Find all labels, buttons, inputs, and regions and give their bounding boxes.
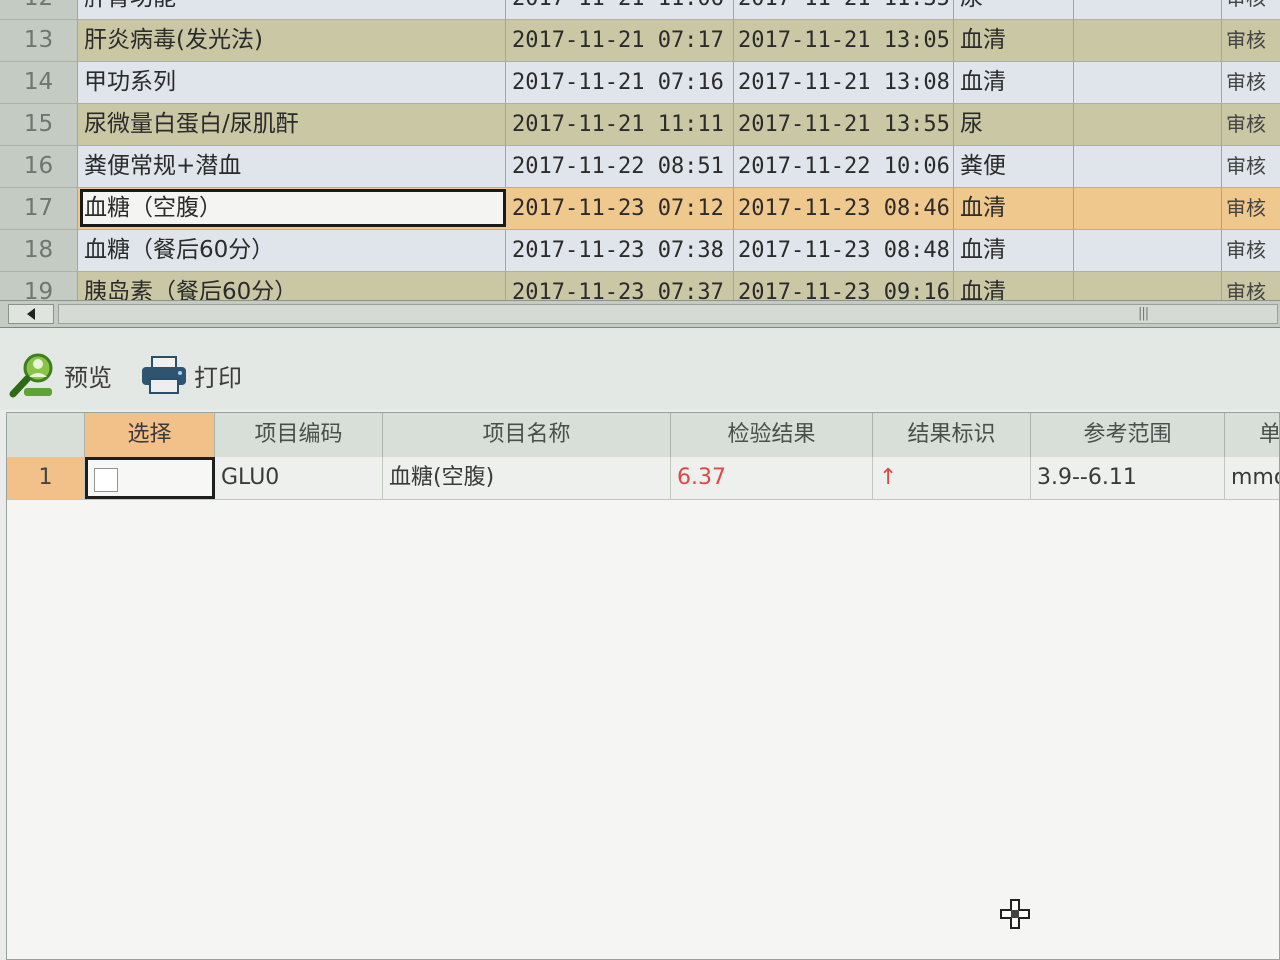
report-time[interactable]: 2017-11-23 09:16 xyxy=(734,272,954,300)
row-number: 19 xyxy=(0,272,78,300)
print-label: 打印 xyxy=(194,363,242,392)
table-row[interactable]: 1 GLU0 血糖(空腹) 6.37 ↑ 3.9--6.11 mmo xyxy=(7,457,1279,500)
report-time[interactable]: 2017-11-21 13:55 xyxy=(734,104,954,145)
specimen[interactable]: 血清 xyxy=(956,20,1074,61)
extra-cell[interactable] xyxy=(1074,188,1222,229)
status[interactable]: 审核 xyxy=(1222,146,1280,187)
select-cell[interactable] xyxy=(85,457,215,499)
result-flag-up-arrow-icon[interactable]: ↑ xyxy=(873,457,1031,499)
status[interactable]: 审核 xyxy=(1222,62,1280,103)
sample-time[interactable]: 2017-11-21 07:17 xyxy=(508,20,734,61)
status[interactable]: 审核 xyxy=(1222,230,1280,271)
sample-time[interactable]: 2017-11-21 07:16 xyxy=(508,62,734,103)
extra-cell[interactable] xyxy=(1074,62,1222,103)
test-name[interactable]: 粪便常规+潜血 xyxy=(80,146,506,187)
unit[interactable]: mmo xyxy=(1225,457,1279,499)
extra-cell[interactable] xyxy=(1074,146,1222,187)
extra-cell[interactable] xyxy=(1074,104,1222,145)
row-number: 17 xyxy=(0,188,78,229)
row-number: 1 xyxy=(7,457,85,499)
preview-label: 预览 xyxy=(64,363,112,392)
header-flag[interactable]: 结果标识 xyxy=(873,413,1031,457)
row-number: 15 xyxy=(0,104,78,145)
report-time[interactable]: 2017-11-21 11:35 xyxy=(734,0,954,19)
header-select[interactable]: 选择 xyxy=(85,413,215,457)
table-row[interactable]: 14 甲功系列 2017-11-21 07:16 2017-11-21 13:0… xyxy=(0,62,1280,104)
test-name[interactable]: 肝炎病毒(发光法) xyxy=(80,20,506,61)
row-number: 18 xyxy=(0,230,78,271)
test-name[interactable]: 甲功系列 xyxy=(80,62,506,103)
specimen[interactable]: 血清 xyxy=(956,62,1074,103)
test-name[interactable]: 尿微量白蛋白/尿肌酐 xyxy=(80,104,506,145)
header-unit[interactable]: 单 xyxy=(1225,413,1279,457)
sample-time[interactable]: 2017-11-23 07:37 xyxy=(508,272,734,300)
table-row-selected[interactable]: 17 血糖（空腹） 2017-11-23 07:12 2017-11-23 08… xyxy=(0,188,1280,230)
test-list-grid[interactable]: 12 肝肾功能 2017-11-21 11:06 2017-11-21 11:3… xyxy=(0,0,1280,300)
result-value[interactable]: 6.37 xyxy=(671,457,873,499)
test-name[interactable]: 血糖（餐后60分） xyxy=(80,230,506,271)
status[interactable]: 审核 xyxy=(1222,20,1280,61)
row-number: 16 xyxy=(0,146,78,187)
move-cursor-icon xyxy=(1000,899,1030,929)
sample-time[interactable]: 2017-11-21 11:06 xyxy=(508,0,734,19)
test-name[interactable]: 肝肾功能 xyxy=(80,0,506,19)
reference-range[interactable]: 3.9--6.11 xyxy=(1031,457,1225,499)
scroll-left-button[interactable] xyxy=(8,304,54,324)
specimen[interactable]: 血清 xyxy=(956,230,1074,271)
status[interactable]: 审核 xyxy=(1222,272,1280,300)
print-button[interactable]: 打印 xyxy=(140,352,242,398)
sample-time[interactable]: 2017-11-21 11:11 xyxy=(508,104,734,145)
extra-cell[interactable] xyxy=(1074,20,1222,61)
header-name[interactable]: 项目名称 xyxy=(383,413,671,457)
row-number: 14 xyxy=(0,62,78,103)
test-name[interactable]: 血糖（空腹） xyxy=(80,188,506,229)
toolbar: 预览 打印 xyxy=(0,328,1280,410)
header-corner xyxy=(7,413,85,457)
item-code[interactable]: GLU0 xyxy=(215,457,383,499)
table-row[interactable]: 12 肝肾功能 2017-11-21 11:06 2017-11-21 11:3… xyxy=(0,0,1280,20)
report-time[interactable]: 2017-11-22 10:06 xyxy=(734,146,954,187)
extra-cell[interactable] xyxy=(1074,0,1222,19)
table-row[interactable]: 15 尿微量白蛋白/尿肌酐 2017-11-21 11:11 2017-11-2… xyxy=(0,104,1280,146)
report-time[interactable]: 2017-11-23 08:46 xyxy=(734,188,954,229)
extra-cell[interactable] xyxy=(1074,230,1222,271)
report-time[interactable]: 2017-11-23 08:48 xyxy=(734,230,954,271)
test-name[interactable]: 胰岛素（餐后60分） xyxy=(80,272,506,300)
sample-time[interactable]: 2017-11-22 08:51 xyxy=(508,146,734,187)
status[interactable]: 审核 xyxy=(1222,188,1280,229)
status[interactable]: 审核 xyxy=(1222,104,1280,145)
table-row[interactable]: 18 血糖（餐后60分） 2017-11-23 07:38 2017-11-23… xyxy=(0,230,1280,272)
specimen[interactable]: 尿 xyxy=(956,104,1074,145)
scrollbar-thumb[interactable] xyxy=(58,304,1278,324)
preview-button[interactable]: 预览 xyxy=(8,352,112,398)
magnifier-user-icon xyxy=(9,353,53,398)
specimen[interactable]: 血清 xyxy=(956,188,1074,229)
report-time[interactable]: 2017-11-21 13:08 xyxy=(734,62,954,103)
row-number: 13 xyxy=(0,20,78,61)
row-number: 12 xyxy=(0,0,78,19)
table-row[interactable]: 13 肝炎病毒(发光法) 2017-11-21 07:17 2017-11-21… xyxy=(0,20,1280,62)
specimen[interactable]: 粪便 xyxy=(956,146,1074,187)
header-range[interactable]: 参考范围 xyxy=(1031,413,1225,457)
select-checkbox[interactable] xyxy=(94,468,118,492)
specimen[interactable]: 尿 xyxy=(956,0,1074,19)
printer-icon xyxy=(142,356,186,394)
horizontal-scrollbar[interactable]: ||| xyxy=(0,300,1280,329)
report-time[interactable]: 2017-11-21 13:05 xyxy=(734,20,954,61)
header-code[interactable]: 项目编码 xyxy=(215,413,383,457)
status[interactable]: 审核 xyxy=(1222,0,1280,19)
grip-icon: ||| xyxy=(1138,306,1149,321)
result-detail-grid[interactable]: 选择 项目编码 项目名称 检验结果 结果标识 参考范围 单 1 GLU0 血糖(… xyxy=(6,412,1280,960)
table-row[interactable]: 19 胰岛素（餐后60分） 2017-11-23 07:37 2017-11-2… xyxy=(0,272,1280,300)
specimen[interactable]: 血清 xyxy=(956,272,1074,300)
header-result[interactable]: 检验结果 xyxy=(671,413,873,457)
sample-time[interactable]: 2017-11-23 07:12 xyxy=(508,188,734,229)
extra-cell[interactable] xyxy=(1074,272,1222,300)
item-name[interactable]: 血糖(空腹) xyxy=(383,457,671,499)
arrow-left-icon xyxy=(27,308,35,320)
table-header: 选择 项目编码 项目名称 检验结果 结果标识 参考范围 单 xyxy=(7,413,1279,458)
table-row[interactable]: 16 粪便常规+潜血 2017-11-22 08:51 2017-11-22 1… xyxy=(0,146,1280,188)
sample-time[interactable]: 2017-11-23 07:38 xyxy=(508,230,734,271)
